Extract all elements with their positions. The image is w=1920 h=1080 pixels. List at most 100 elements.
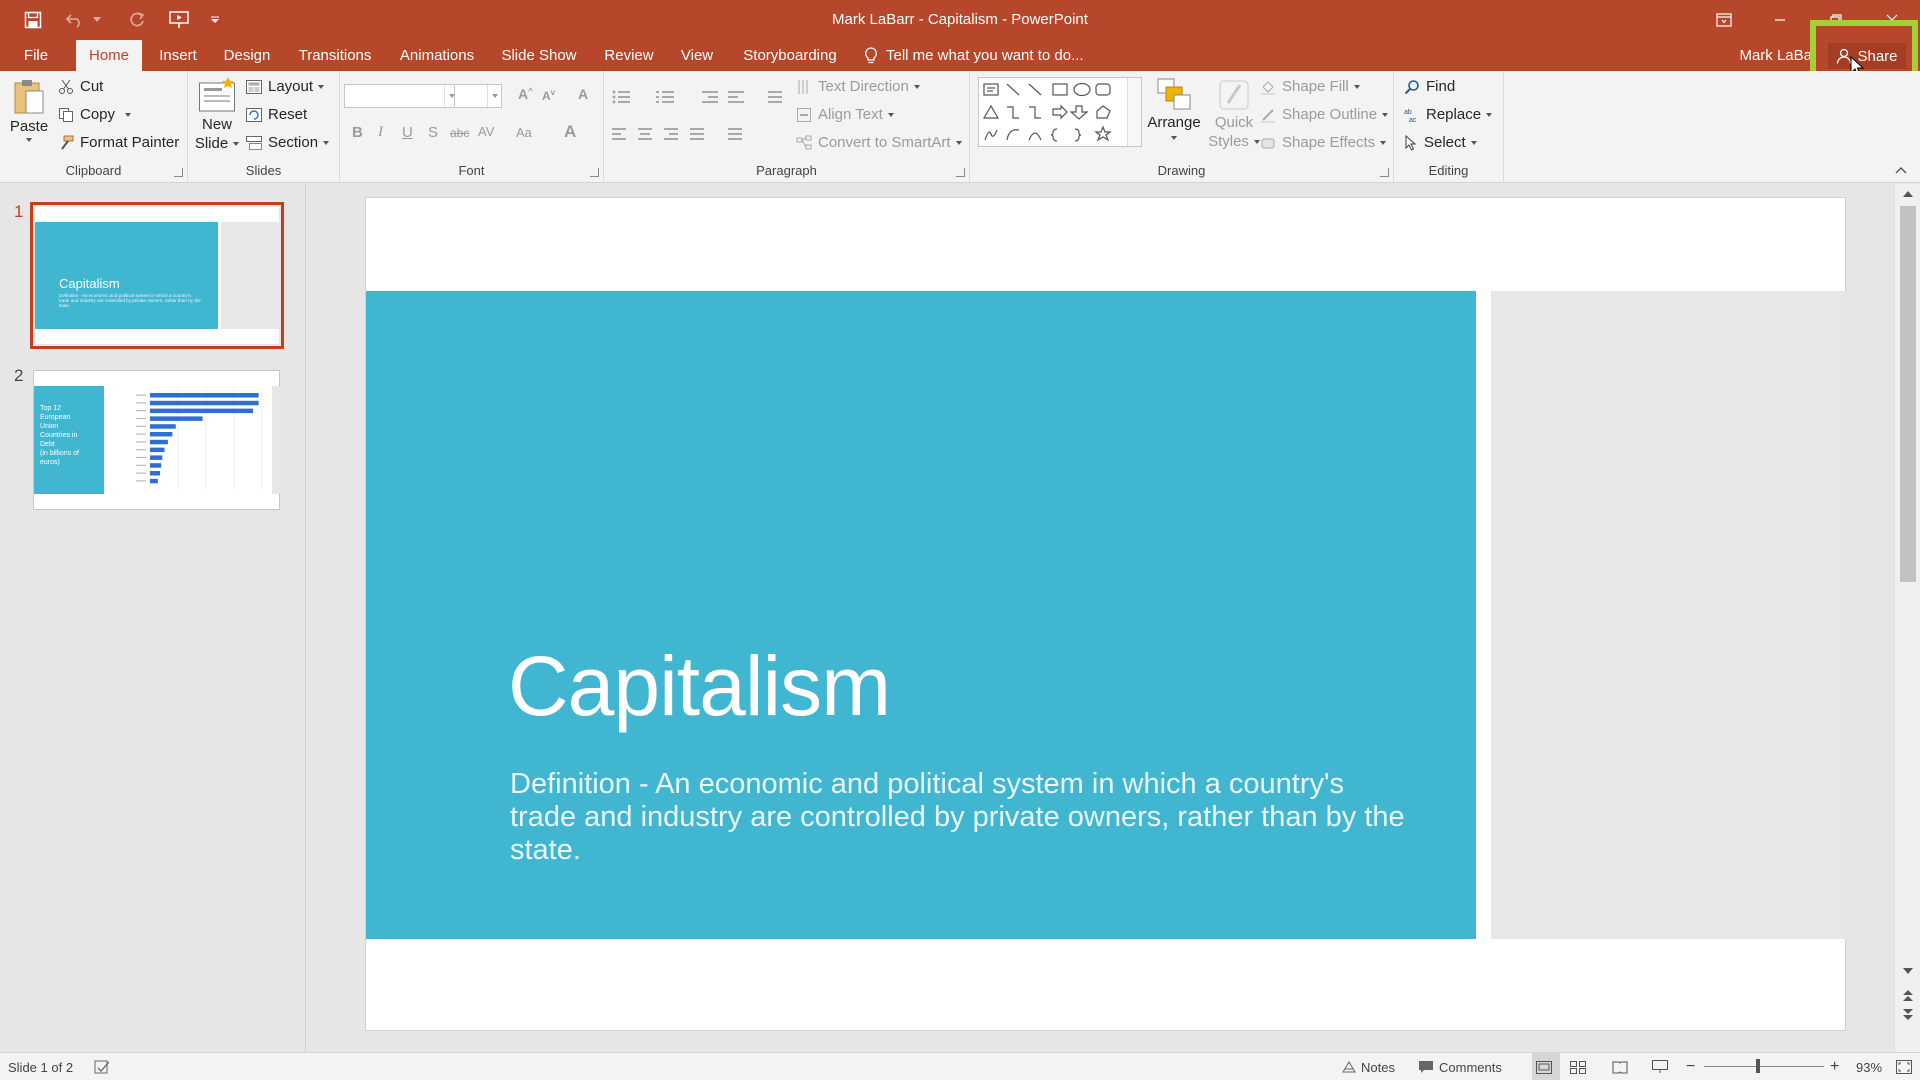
thumbnail-2-title-line: Debt [40,441,55,448]
customize-qat-icon[interactable] [206,7,224,33]
align-text-button[interactable]: Align Text [796,106,894,123]
reset-button[interactable]: Reset [246,106,307,123]
lightbulb-icon [865,46,877,63]
undo-dropdown-icon[interactable] [90,7,104,33]
convert-smartart-button[interactable]: Convert to SmartArt [796,134,962,151]
layout-label: Layout [268,78,314,95]
thumbnail-2-bar [150,471,161,476]
quick-styles-button[interactable]: Quick Styles [1206,77,1262,151]
spell-check-icon[interactable] [94,1053,115,1080]
text-direction-button[interactable]: Text Direction [796,78,920,95]
tab-view[interactable]: View [675,40,719,71]
save-icon[interactable] [18,7,48,33]
next-slide-icon[interactable] [1902,1007,1914,1021]
shapes-gallery-scroll[interactable] [1127,78,1141,146]
fit-slide-icon[interactable] [1896,1053,1917,1080]
tab-design[interactable]: Design [218,40,276,71]
text-shadow-icon[interactable]: S [428,124,438,141]
arrange-button[interactable]: Arrange [1146,77,1202,140]
scroll-down-icon[interactable] [1902,967,1914,975]
text-direction-label: Text Direction [818,78,909,95]
increase-font-size-icon[interactable]: A^ [518,86,533,102]
drawing-launcher-icon[interactable] [1380,168,1389,177]
copy-button[interactable]: Copy [58,106,132,123]
comments-button[interactable]: Comments [1418,1053,1502,1080]
tab-slide-show[interactable]: Slide Show [496,40,582,71]
tab-transitions[interactable]: Transitions [291,40,379,71]
quick-styles-label-2: Styles [1208,133,1249,150]
shape-outline-button[interactable]: Shape Outline [1260,106,1389,123]
thumbnail-2-bar [150,424,176,429]
font-launcher-icon[interactable] [590,168,599,177]
font-size-dropdown-icon[interactable] [487,85,501,107]
paste-button[interactable]: Paste [8,77,50,142]
tab-insert[interactable]: Insert [152,40,204,71]
redo-icon[interactable] [122,7,152,33]
scrollbar-thumb[interactable] [1900,206,1916,582]
section-button[interactable]: Section [246,134,330,151]
reading-view-icon[interactable] [1612,1053,1633,1080]
zoom-level[interactable]: 93% [1856,1053,1882,1080]
shape-effects-button[interactable]: Shape Effects [1260,134,1387,151]
strikethrough-icon[interactable]: abc [450,126,469,140]
zoom-slider-thumb[interactable] [1756,1059,1760,1073]
find-button[interactable]: Find [1404,78,1455,95]
bold-icon[interactable]: B [352,124,363,141]
thumbnail-2-title-line: Top 12 [40,405,62,412]
select-button[interactable]: Select [1404,134,1477,151]
tab-file[interactable]: File [12,40,60,71]
replace-button[interactable]: ab ac Replace [1404,106,1493,123]
notes-button[interactable]: Notes [1342,1053,1395,1080]
zoom-in-icon[interactable]: + [1830,1053,1839,1080]
format-painter-button[interactable]: Format Painter [58,134,179,151]
character-spacing-icon[interactable]: AV [478,124,494,139]
tab-review[interactable]: Review [598,40,660,71]
font-name-select[interactable] [344,84,459,108]
thumbnail-2-bar-label [136,410,146,412]
slide-canvas[interactable]: Capitalism Definition - An economic and … [365,197,1846,1031]
previous-slide-icon[interactable] [1902,989,1914,1003]
scissors-icon [59,79,73,94]
new-slide-label-2: Slide [194,135,229,152]
vertical-scrollbar[interactable] [1894,184,1920,1052]
slide-show-view-icon[interactable] [1652,1053,1673,1080]
tab-storyboarding[interactable]: Storyboarding [734,40,846,71]
paragraph-list-icons[interactable] [610,87,810,109]
scroll-up-icon[interactable] [1902,190,1914,198]
font-color-icon[interactable]: A [564,122,576,142]
underline-icon[interactable]: U [402,124,413,141]
slide-sorter-icon[interactable] [1570,1053,1591,1080]
change-case-icon[interactable]: Aa [516,125,532,140]
tab-animations[interactable]: Animations [394,40,480,71]
slide-thumbnail-1[interactable]: Capitalism Definition - An economic and … [30,202,284,349]
find-icon [1404,79,1419,94]
cut-button[interactable]: Cut [58,78,103,95]
layout-button[interactable]: Layout [246,78,325,95]
slide-thumbnail-2[interactable]: Top 12 European Union Countries in Debt … [33,370,280,510]
normal-view-icon[interactable] [1532,1053,1560,1080]
new-slide-button[interactable]: New Slide [194,77,240,153]
shapes-gallery[interactable] [978,77,1142,147]
tell-me-box[interactable]: Tell me what you want to do... [864,40,1084,71]
zoom-out-icon[interactable]: − [1686,1053,1695,1080]
decrease-font-size-icon[interactable]: Av [542,88,555,103]
zoom-slider-track[interactable] [1704,1066,1824,1067]
font-size-select[interactable] [454,84,502,108]
shape-fill-button[interactable]: Shape Fill [1260,78,1360,95]
font-group: A^ Av A B I U S abc AV Aa A Font [340,71,604,183]
tab-home[interactable]: Home [76,40,142,71]
minimize-icon[interactable] [1752,0,1808,40]
account-name[interactable]: Mark LaBa [1739,40,1812,71]
slide-subtitle[interactable]: Definition - An economic and political s… [510,768,1410,867]
start-from-beginning-icon[interactable] [164,7,194,33]
clipboard-launcher-icon[interactable] [174,168,183,177]
slide-title[interactable]: Capitalism [508,638,891,735]
collapse-ribbon-icon[interactable] [1895,166,1907,174]
paragraph-launcher-icon[interactable] [956,168,965,177]
undo-icon[interactable] [60,7,90,33]
alignment-icons[interactable] [610,125,760,145]
clear-formatting-icon[interactable]: A [578,86,588,102]
italic-icon[interactable]: I [378,124,383,141]
select-pointer-icon [1405,134,1417,151]
ribbon-display-options-icon[interactable] [1696,0,1752,40]
